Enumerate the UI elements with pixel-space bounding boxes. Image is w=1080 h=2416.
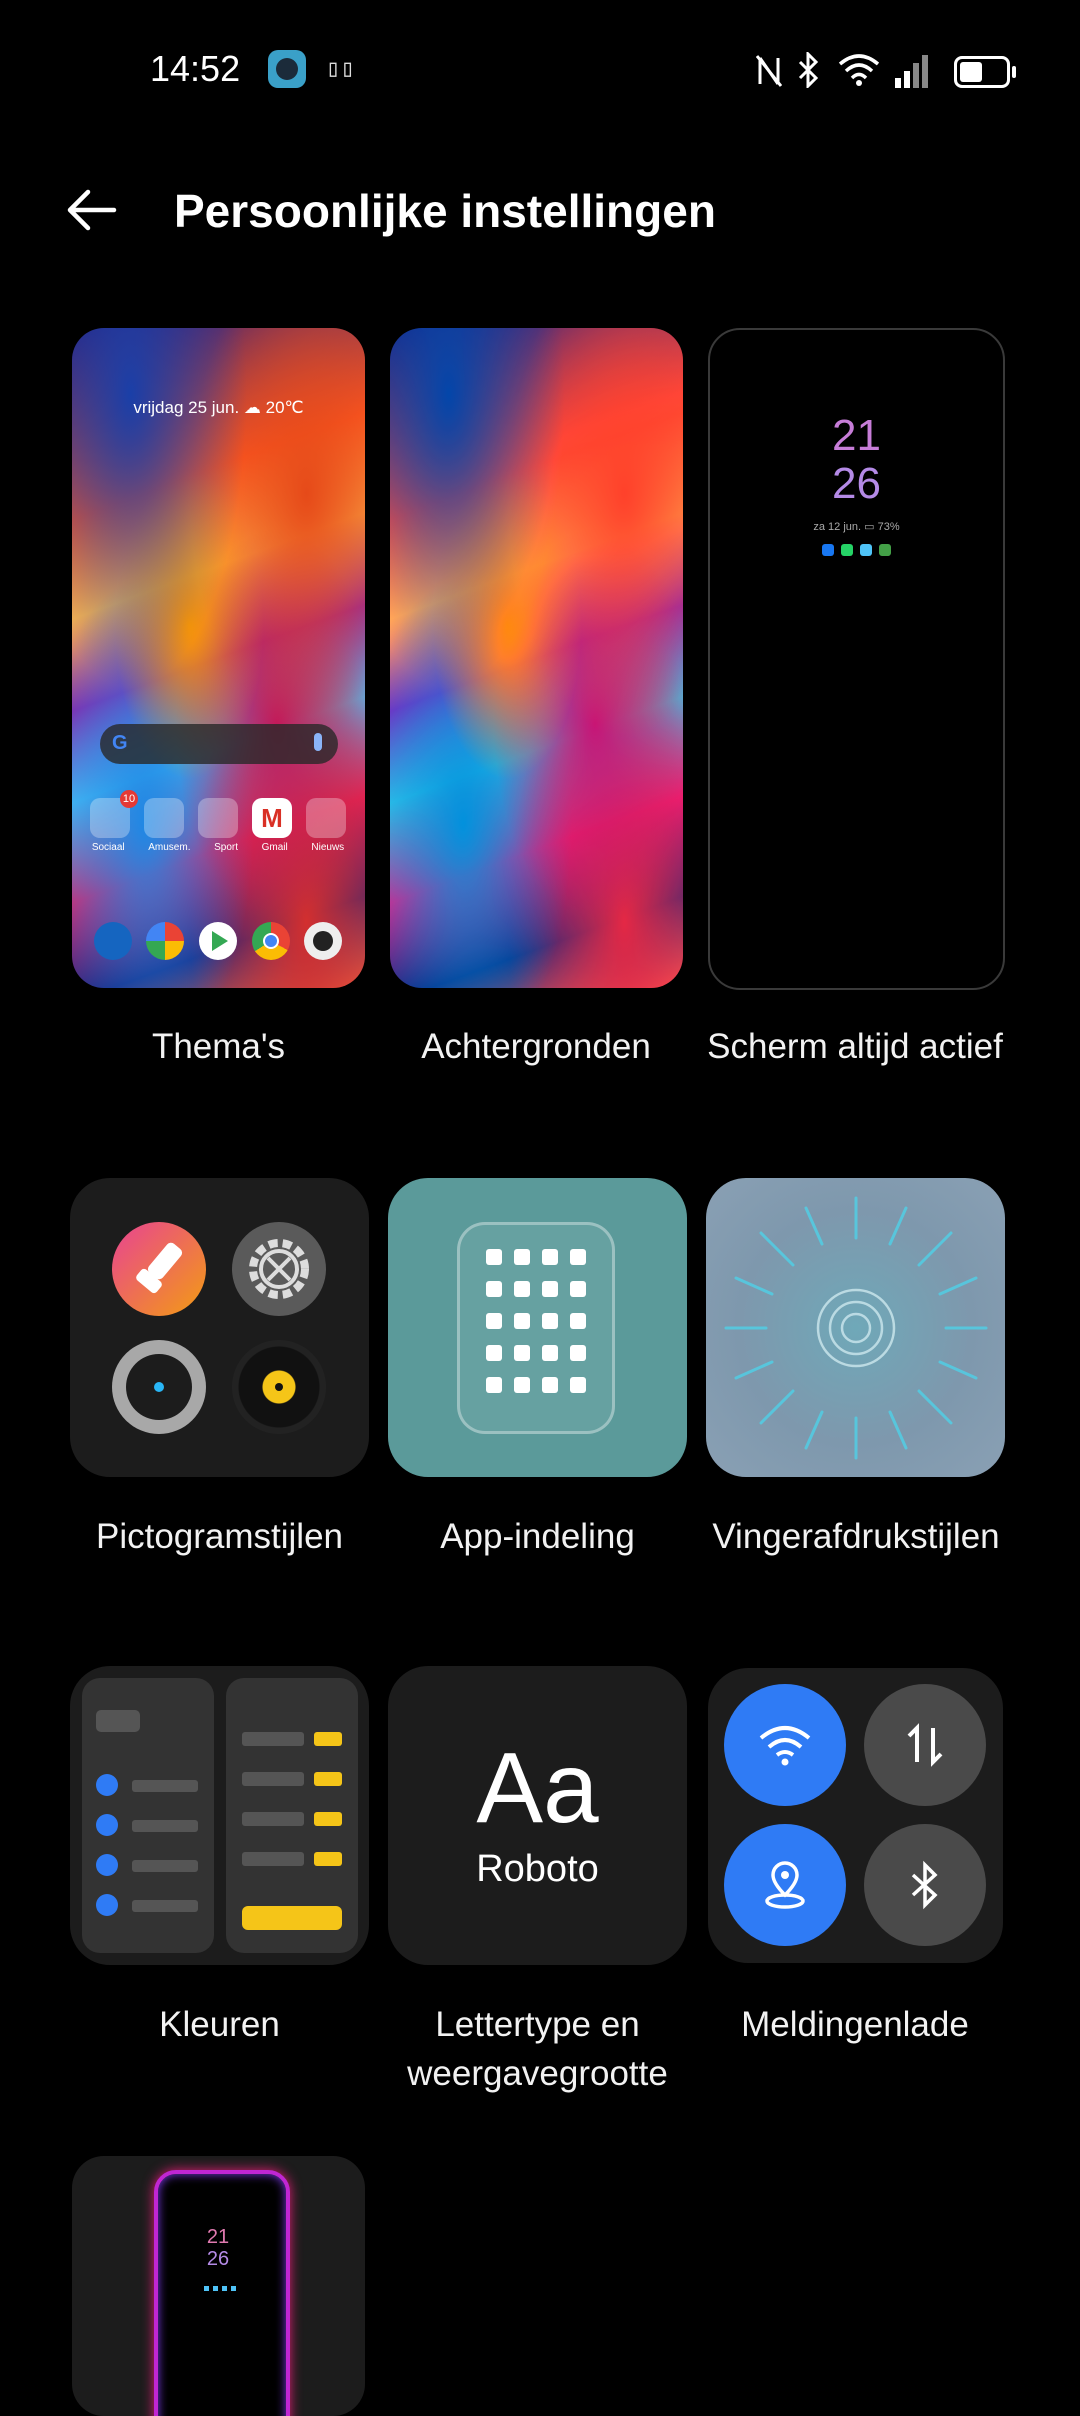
edge-hour: 21 bbox=[206, 2226, 230, 2248]
theme-date-weather: vrijdag 25 jun. ☁ 20℃ bbox=[133, 398, 304, 417]
colors-toggle-preview bbox=[226, 1678, 358, 1953]
mobile-data-icon bbox=[864, 1684, 986, 1806]
aod-info: za 12 jun. ▭ 73% bbox=[813, 521, 900, 533]
folder-icon bbox=[306, 798, 346, 838]
camera-app-icon bbox=[304, 922, 342, 960]
play-store-icon bbox=[199, 922, 237, 960]
tile-label-always-on-display: Scherm altijd actief bbox=[707, 1027, 1003, 1066]
edge-notification-dots bbox=[204, 2286, 236, 2291]
font-sample: Aa bbox=[476, 1732, 599, 1844]
folder-icon bbox=[144, 798, 184, 838]
colors-tile[interactable] bbox=[70, 1666, 369, 1965]
location-icon bbox=[724, 1824, 846, 1946]
app-labels: Sociaal Amusem. Sport Gmail Nieuws bbox=[80, 842, 356, 853]
tile-label-fingerprint-styles: Vingerafdrukstijlen bbox=[712, 1517, 1000, 1556]
app-label: Amusem. bbox=[148, 842, 191, 853]
tile-label-font: Lettertype en weergavegrootte bbox=[407, 2005, 668, 2093]
aod-notification-icons bbox=[822, 544, 891, 556]
notification-drawer-tile[interactable] bbox=[708, 1668, 1003, 1963]
tile-label-colors: Kleuren bbox=[159, 2005, 280, 2044]
tile-label-notification-drawer: Meldingenlade bbox=[741, 2005, 969, 2044]
edge-lighting-phone-preview: 21 26 bbox=[154, 2170, 290, 2416]
bluetooth-icon bbox=[798, 52, 819, 88]
settings-gear-icon bbox=[232, 1222, 326, 1316]
signal-icon bbox=[895, 55, 928, 88]
edge-lighting-tile[interactable]: 21 26 bbox=[72, 2156, 365, 2416]
colors-list-preview bbox=[82, 1678, 214, 1953]
app-layout-tile[interactable] bbox=[388, 1178, 687, 1477]
aod-minute: 26 bbox=[832, 459, 881, 508]
paintbrush-icon bbox=[112, 1222, 206, 1316]
fingerprint-burst-icon bbox=[724, 1196, 988, 1460]
tile-label-themes: Thema's bbox=[151, 1027, 286, 1066]
nfc-icon bbox=[756, 55, 782, 87]
photos-app-icon bbox=[146, 922, 184, 960]
aod-hour: 21 bbox=[832, 411, 881, 460]
fingerprint-styles-tile[interactable] bbox=[706, 1178, 1005, 1477]
notification-badge: 10 bbox=[120, 790, 138, 808]
tile-label-wallpapers: Achtergronden bbox=[421, 1027, 651, 1066]
ring-icon bbox=[112, 1340, 206, 1434]
back-arrow-icon[interactable] bbox=[62, 180, 122, 240]
battery-icon bbox=[954, 56, 1016, 88]
edge-minute: 26 bbox=[206, 2248, 230, 2270]
font-name: Roboto bbox=[476, 1848, 599, 1890]
gmail-icon: M bbox=[252, 798, 292, 838]
app-grid-preview bbox=[457, 1222, 615, 1434]
icon-styles-tile[interactable] bbox=[70, 1178, 369, 1477]
themes-tile[interactable]: vrijdag 25 jun. ☁ 20℃ G 10 M Sociaal Amu… bbox=[72, 328, 365, 988]
bluetooth-toggle-icon bbox=[864, 1824, 986, 1946]
whatsapp-icon bbox=[879, 544, 891, 556]
app-label: Sociaal bbox=[91, 842, 125, 853]
app-label: Sport bbox=[214, 842, 239, 853]
facebook-icon bbox=[822, 544, 834, 556]
status-time: 14:52 bbox=[150, 48, 241, 89]
messages-icon bbox=[841, 544, 853, 556]
wifi-icon bbox=[838, 54, 880, 86]
always-on-display-tile[interactable]: 21 26 za 12 jun. ▭ 73% bbox=[708, 328, 1005, 990]
app-notification-icon bbox=[268, 50, 306, 88]
search-bar-preview: G bbox=[100, 724, 338, 764]
chat-icon bbox=[860, 544, 872, 556]
app-label: Nieuws bbox=[311, 842, 345, 853]
app-label: Gmail bbox=[261, 842, 288, 853]
sim-icon: ▯▯ bbox=[326, 54, 355, 82]
wifi-icon bbox=[724, 1684, 846, 1806]
tile-label-icon-styles: Pictogramstijlen bbox=[95, 1517, 344, 1556]
vinyl-record-icon bbox=[232, 1340, 326, 1434]
phone-app-icon bbox=[94, 922, 132, 960]
chrome-icon bbox=[252, 922, 290, 960]
tile-label-app-layout: App-indeling bbox=[440, 1517, 635, 1556]
folder-icon bbox=[198, 798, 238, 838]
page-title: Persoonlijke instellingen bbox=[174, 185, 716, 237]
font-tile[interactable]: Aa Roboto bbox=[388, 1666, 687, 1965]
wallpapers-tile[interactable] bbox=[390, 328, 683, 988]
